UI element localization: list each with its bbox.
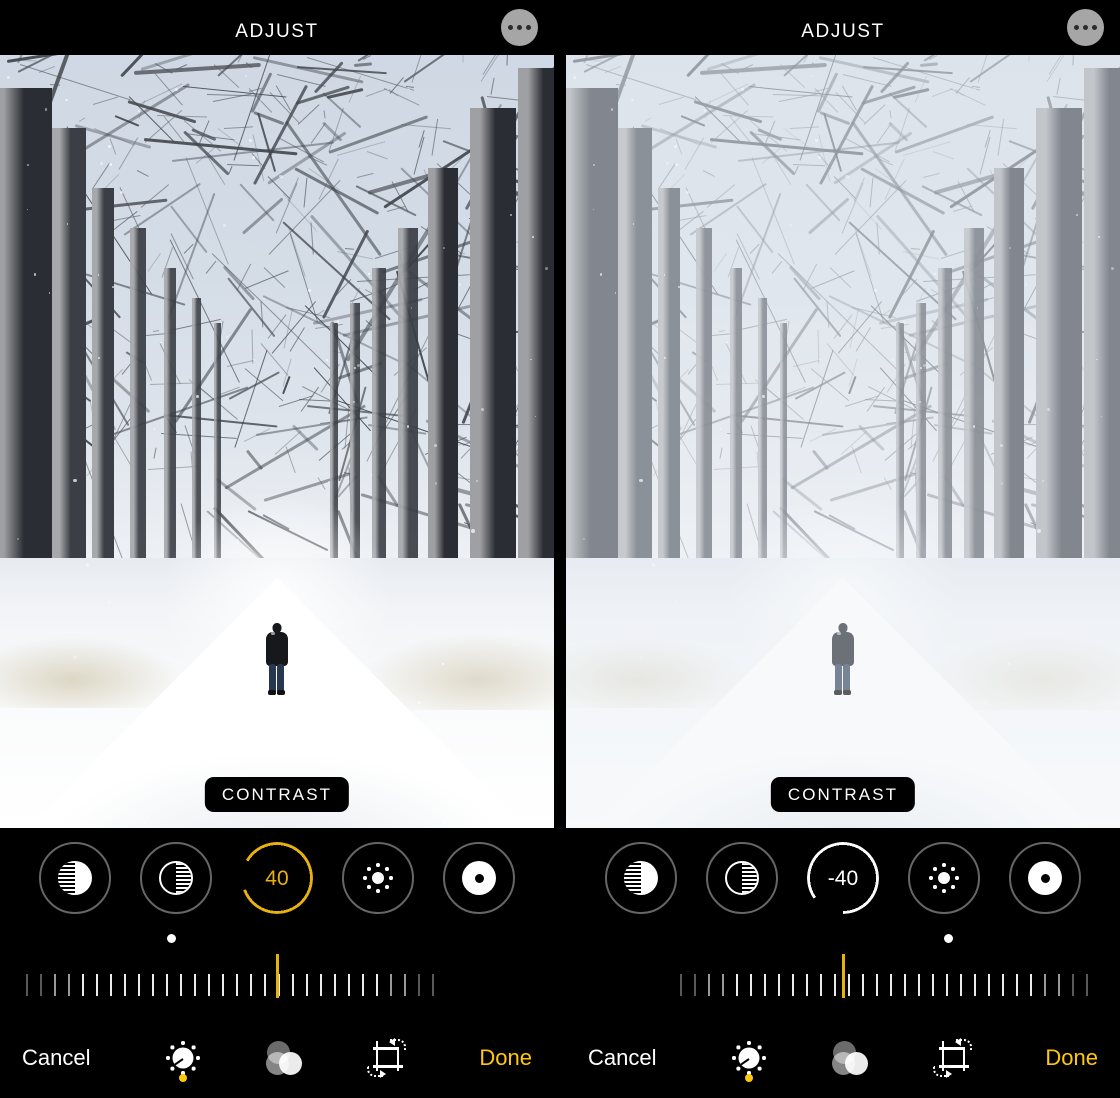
tool-marker-dot xyxy=(943,934,953,943)
mode-switcher xyxy=(727,1032,975,1084)
contrast-outline-icon xyxy=(724,861,759,895)
tool-brightness[interactable] xyxy=(342,842,415,914)
contrast-filled-icon xyxy=(623,861,658,895)
tool-dial-row: 40 xyxy=(0,828,554,928)
adjust-controls: -40 xyxy=(566,828,1120,1018)
page-title: ADJUST xyxy=(235,21,319,42)
more-options-button[interactable] xyxy=(501,9,538,46)
donut-icon xyxy=(462,861,497,895)
bottom-toolbar: Cancel Done xyxy=(566,1018,1120,1098)
phone-screen-right: ADJUST CONTRAST -40 Cancel Done xyxy=(566,0,1120,1098)
bottom-toolbar: Cancel Done xyxy=(0,1018,554,1098)
dial-icon xyxy=(163,1038,203,1078)
mode-filters[interactable] xyxy=(829,1032,873,1084)
tool-brilliance[interactable] xyxy=(705,842,778,914)
brightness-icon xyxy=(361,861,395,895)
slider-indicator xyxy=(275,954,279,998)
tool-brightness[interactable] xyxy=(908,842,981,914)
slider-indicator xyxy=(841,954,845,998)
mode-crop[interactable] xyxy=(365,1032,409,1084)
contrast-filled-icon xyxy=(57,861,92,895)
donut-icon xyxy=(1028,861,1063,895)
page-title: ADJUST xyxy=(801,21,885,42)
tool-dial-row: -40 xyxy=(566,828,1120,928)
tool-marker-row xyxy=(0,928,554,954)
contrast-value: -40 xyxy=(827,866,859,890)
filters-icon xyxy=(265,1040,305,1076)
done-button[interactable]: Done xyxy=(1045,1047,1098,1069)
panel-divider xyxy=(554,0,566,1098)
comparison-screens: ADJUST CONTRAST 40 Cancel Done ADJUST CO… xyxy=(0,0,1120,1098)
value-slider[interactable] xyxy=(0,954,554,1000)
header-bar: ADJUST xyxy=(566,0,1120,55)
filters-icon xyxy=(831,1040,871,1076)
adjust-controls: 40 xyxy=(0,828,554,1018)
crop-rotate-icon xyxy=(932,1038,973,1078)
dial-icon xyxy=(729,1038,769,1078)
adjustment-label: CONTRAST xyxy=(204,777,350,812)
mode-adjust[interactable] xyxy=(161,1032,205,1084)
header-bar: ADJUST xyxy=(0,0,554,55)
active-indicator-dot xyxy=(744,1074,753,1082)
person-in-photo xyxy=(830,623,856,695)
tool-marker-dot xyxy=(166,934,176,943)
cancel-button[interactable]: Cancel xyxy=(22,1047,90,1069)
ellipsis-icon xyxy=(508,25,531,30)
value-slider[interactable] xyxy=(566,954,1120,1000)
crop-rotate-icon xyxy=(366,1038,407,1078)
mode-crop[interactable] xyxy=(931,1032,975,1084)
tool-contrast[interactable]: -40 xyxy=(806,842,879,914)
tool-contrast[interactable]: 40 xyxy=(240,842,313,914)
adjustment-label: CONTRAST xyxy=(770,777,916,812)
person-in-photo xyxy=(264,623,290,695)
mode-switcher xyxy=(161,1032,409,1084)
done-button[interactable]: Done xyxy=(479,1047,532,1069)
ellipsis-icon xyxy=(1074,25,1097,30)
tool-marker-row xyxy=(566,928,1120,954)
contrast-value: 40 xyxy=(265,866,289,890)
phone-screen-left: ADJUST CONTRAST 40 Cancel Done xyxy=(0,0,554,1098)
contrast-outline-icon xyxy=(158,861,193,895)
tool-highlights[interactable] xyxy=(1009,842,1082,914)
tool-auto-enhance[interactable] xyxy=(38,842,111,914)
mode-filters[interactable] xyxy=(263,1032,307,1084)
brightness-icon xyxy=(927,861,961,895)
tool-brilliance[interactable] xyxy=(139,842,212,914)
active-indicator-dot xyxy=(178,1074,187,1082)
photo-preview[interactable]: CONTRAST xyxy=(0,55,554,828)
cancel-button[interactable]: Cancel xyxy=(588,1047,656,1069)
tool-highlights[interactable] xyxy=(443,842,516,914)
photo-preview[interactable]: CONTRAST xyxy=(566,55,1120,828)
tool-auto-enhance[interactable] xyxy=(604,842,677,914)
more-options-button[interactable] xyxy=(1067,9,1104,46)
mode-adjust[interactable] xyxy=(727,1032,771,1084)
